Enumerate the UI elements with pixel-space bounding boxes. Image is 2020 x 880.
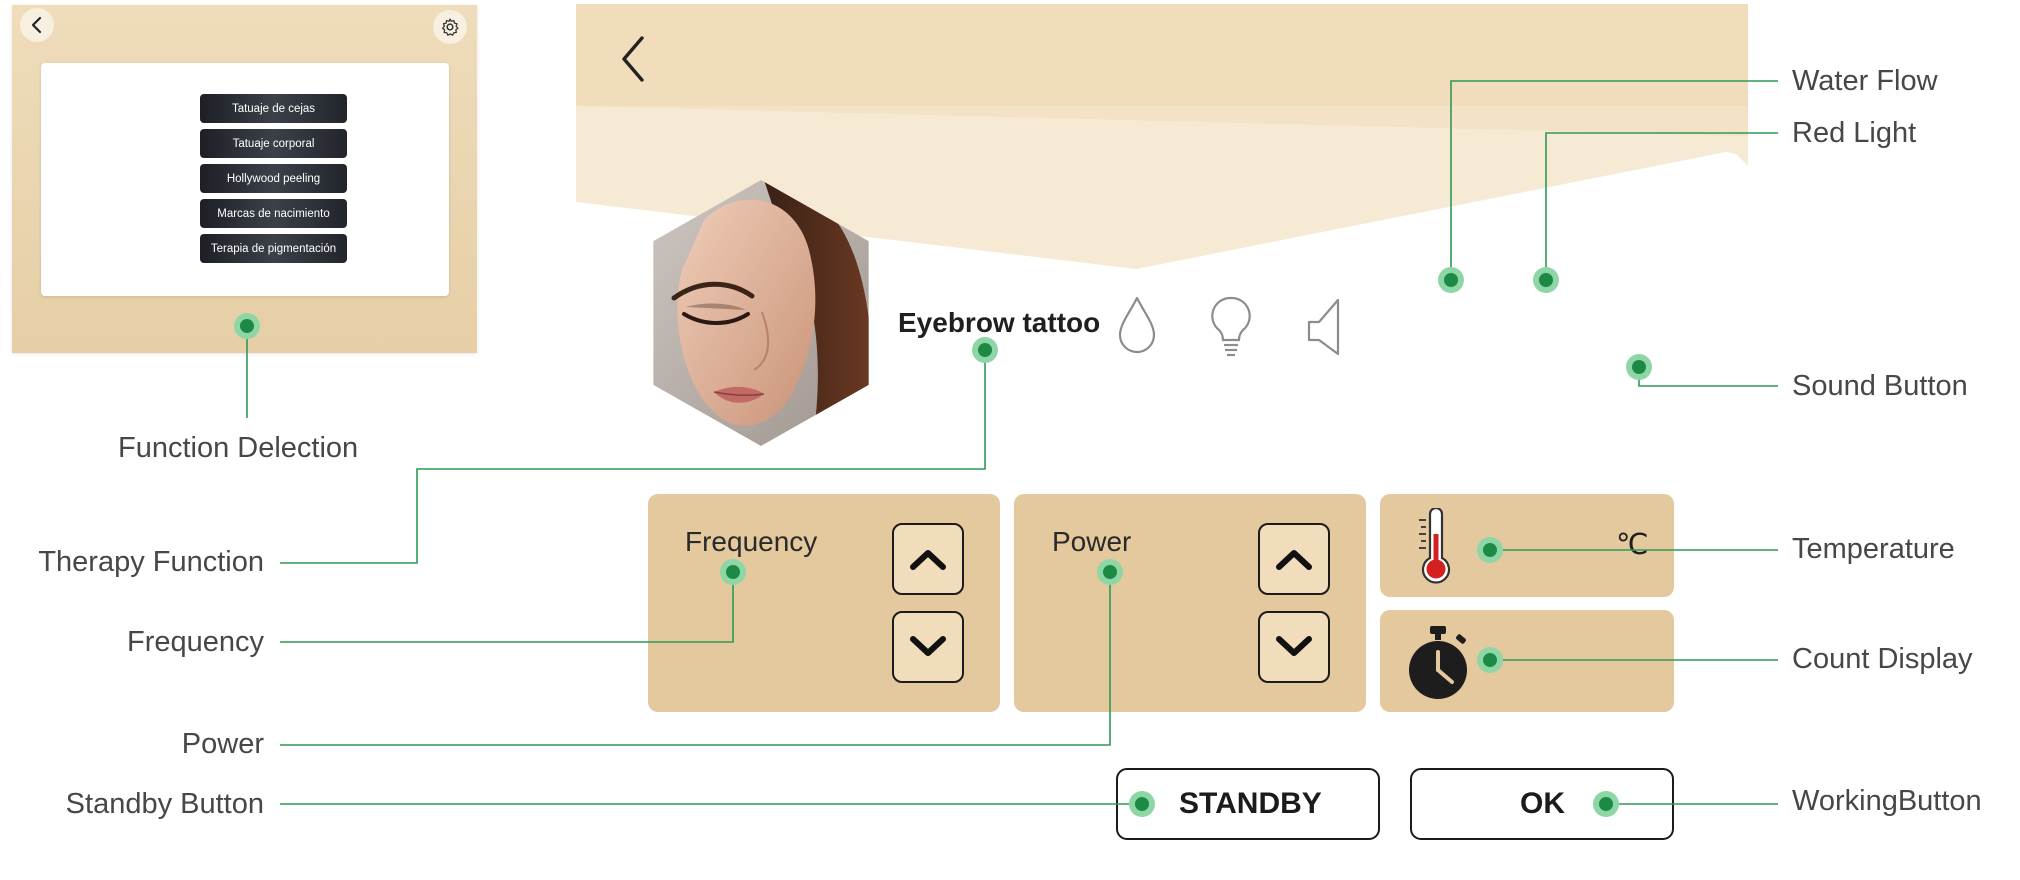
- callout-frequency: Frequency: [126, 626, 264, 658]
- function-item[interactable]: Hollywood peeling: [200, 164, 347, 193]
- function-item[interactable]: Tatuaje de cejas: [200, 94, 347, 123]
- ok-label: OK: [1520, 787, 1565, 820]
- function-item[interactable]: Tatuaje corporal: [200, 129, 347, 158]
- gear-icon: [441, 18, 459, 36]
- power-panel: Power: [1014, 494, 1366, 712]
- background-bands: [576, 106, 1748, 880]
- temperature-panel: ℃: [1380, 494, 1674, 597]
- function-item[interactable]: Marcas de nacimiento: [200, 199, 347, 228]
- marker-temperature: [1477, 537, 1503, 563]
- standby-label: STANDBY: [1179, 787, 1322, 820]
- function-item[interactable]: Terapia de pigmentación: [200, 234, 347, 263]
- back-button[interactable]: [620, 34, 654, 84]
- power-up-button[interactable]: [1258, 523, 1330, 595]
- ok-button[interactable]: OK: [1410, 768, 1674, 840]
- callout-therapy-function: Therapy Function: [38, 546, 264, 578]
- callout-count-display: Count Display: [1792, 643, 1973, 675]
- therapy-function-title: Eyebrow tattoo: [898, 307, 1101, 338]
- device-screen: Eyebrow tattoo Frequency Power ℃ STANDBY…: [576, 4, 1748, 880]
- function-selection-preview: Tatuaje de cejas Tatuaje corporal Hollyw…: [12, 5, 477, 353]
- preview-function-list: Tatuaje de cejas Tatuaje corporal Hollyw…: [200, 94, 347, 263]
- chevron-down-icon: [1276, 636, 1312, 656]
- marker-working-button: [1593, 791, 1619, 817]
- callout-standby-button: Standby Button: [65, 788, 264, 820]
- callout-red-light: Red Light: [1792, 117, 1917, 149]
- marker-function-selection: [234, 313, 260, 339]
- callout-water-flow: Water Flow: [1792, 65, 1938, 97]
- callout-power: Power: [181, 728, 264, 760]
- temperature-unit: ℃: [1616, 529, 1649, 561]
- marker-standby-button: [1129, 791, 1155, 817]
- frequency-label: Frequency: [685, 526, 818, 557]
- frequency-panel: Frequency: [648, 494, 1000, 712]
- marker-sound-button: [1626, 354, 1652, 380]
- frequency-up-button[interactable]: [892, 523, 964, 595]
- callout-temperature: Temperature: [1792, 533, 1955, 565]
- power-down-button[interactable]: [1258, 611, 1330, 683]
- preview-back-button[interactable]: [20, 8, 54, 42]
- count-display-panel: [1380, 610, 1674, 712]
- chevron-left-icon: [622, 36, 644, 82]
- callout-function-selection: Function Delection: [118, 432, 359, 464]
- chevron-up-icon: [910, 550, 946, 570]
- callout-working-button: WorkingButton: [1792, 785, 1982, 817]
- marker-frequency: [720, 559, 746, 585]
- marker-water-flow: [1438, 267, 1464, 293]
- marker-count-display: [1477, 647, 1503, 673]
- callout-sound-button: Sound Button: [1792, 370, 1968, 402]
- thermometer-icon: [1419, 508, 1451, 584]
- standby-button[interactable]: STANDBY: [1116, 768, 1380, 840]
- chevron-down-icon: [910, 636, 946, 656]
- speaker-icon[interactable]: [1303, 296, 1343, 358]
- marker-red-light: [1533, 267, 1559, 293]
- water-drop-icon[interactable]: [1116, 294, 1158, 356]
- chevron-left-icon: [31, 16, 42, 34]
- power-label: Power: [1052, 526, 1132, 557]
- chevron-up-icon: [1276, 550, 1312, 570]
- preview-settings-button[interactable]: [433, 10, 467, 44]
- marker-therapy-function: [972, 337, 998, 363]
- stopwatch-icon: [1409, 626, 1467, 699]
- marker-power: [1097, 559, 1123, 585]
- light-bulb-icon[interactable]: [1208, 294, 1254, 360]
- frequency-down-button[interactable]: [892, 611, 964, 683]
- preview-menu-card: Tatuaje de cejas Tatuaje corporal Hollyw…: [41, 63, 449, 296]
